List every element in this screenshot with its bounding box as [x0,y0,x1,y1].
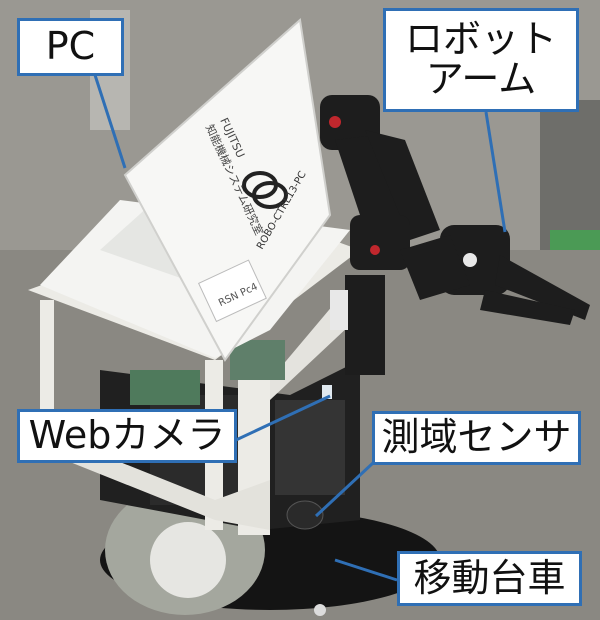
caster [314,604,326,616]
wheel-hub [150,522,226,598]
label-range-sensor: 測域センサ [372,411,581,465]
arm-joint-marker [329,116,341,128]
arm-joint-marker [370,245,380,255]
arm-bracket [330,290,348,330]
circuit-board-lower [130,370,200,405]
label-pc: PC [17,18,124,76]
label-web-camera: Webカメラ [17,409,237,463]
arm-mount [345,275,385,375]
green-box [550,230,600,250]
arm-wrist-cap [463,253,477,267]
photo-scene: FUJITSU 知能機械システム研究室 ROBO-CTRL13-PC RSN P… [0,0,600,620]
arm-elbow [350,215,410,270]
label-robot-arm: ロボット アーム [383,8,579,112]
label-mobile-base: 移動台車 [397,551,582,606]
sensor-mount [275,400,345,495]
background-furniture [540,100,600,250]
